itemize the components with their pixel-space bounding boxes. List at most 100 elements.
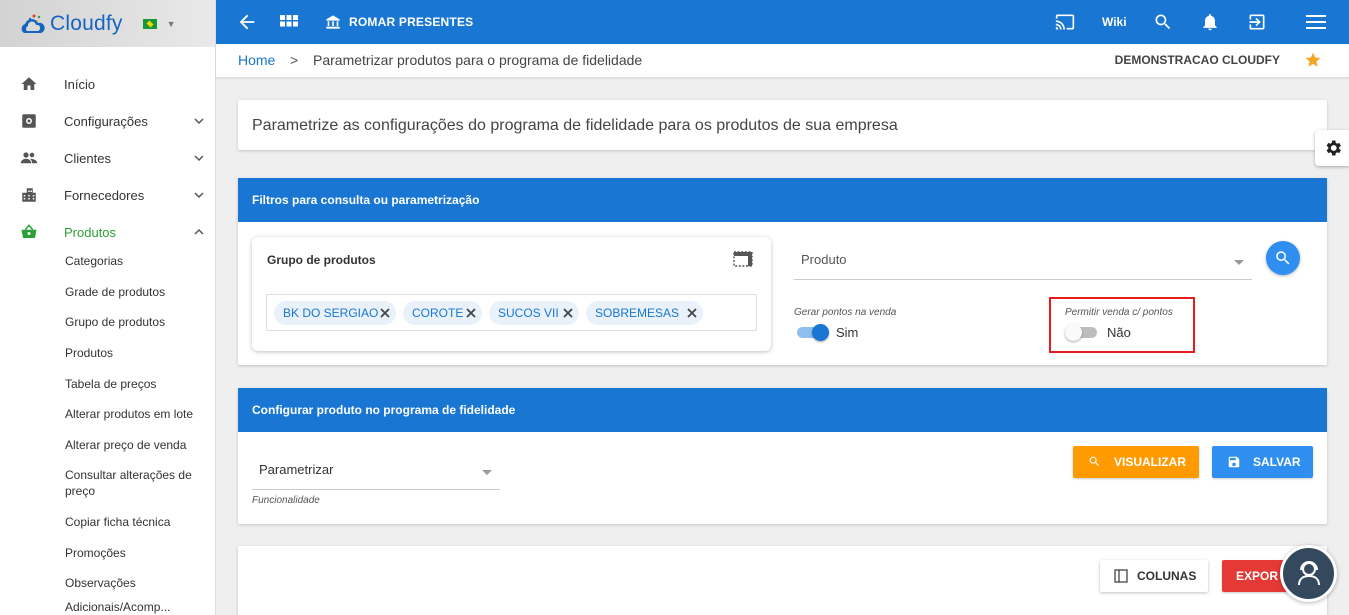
settings-box-icon: [22, 114, 36, 128]
close-icon[interactable]: [466, 308, 476, 318]
submenu-item-consultar-alteracoes[interactable]: Consultar alterações de preço: [0, 467, 215, 514]
funcionalidade-select[interactable]: Parametrizar: [252, 454, 500, 490]
cloudfy-logo[interactable]: Cloudfy: [18, 12, 123, 36]
sidebar: Cloudfy ▼ Início Configurações Clientes …: [0, 0, 216, 615]
logout-button[interactable]: [1247, 0, 1267, 44]
top-bar: ROMAR PRESENTES Wiki: [216, 0, 1349, 44]
chip-label: BK DO SERGIAO: [283, 306, 379, 320]
columns-icon: [1114, 569, 1128, 583]
chevron-down-icon: [194, 118, 204, 125]
submenu-item-grade-produtos[interactable]: Grade de produtos: [0, 284, 215, 314]
gerar-pontos-value: Sim: [836, 325, 859, 340]
gerar-pontos-toggle[interactable]: [795, 324, 829, 341]
submenu-item-promocoes[interactable]: Promoções: [0, 545, 215, 575]
dropdown-arrow-icon: [482, 470, 492, 475]
breadcrumb-home-link[interactable]: Home: [238, 52, 275, 68]
home-icon: [21, 77, 37, 90]
menu-button[interactable]: [1306, 0, 1326, 44]
tenant-name: DEMONSTRACAO CLOUDFY: [1114, 53, 1280, 67]
search-filter-button[interactable]: [1266, 241, 1300, 275]
salvar-label: SALVAR: [1253, 455, 1301, 469]
search-button[interactable]: [1153, 0, 1173, 44]
sidebar-menu: Início Configurações Clientes Fornecedor…: [0, 47, 215, 615]
permitir-venda-toggle[interactable]: [1065, 324, 1099, 341]
funcionalidade-value: Parametrizar: [259, 462, 334, 477]
submenu-item-copiar-ficha[interactable]: Copiar ficha técnica: [0, 514, 215, 545]
results-panel: COLUNAS EXPOR: [238, 546, 1327, 615]
gear-icon: [1326, 140, 1341, 156]
basket-icon: [21, 224, 37, 238]
close-icon[interactable]: [687, 308, 697, 318]
arrow-left-icon: [239, 14, 255, 30]
sidebar-item-inicio[interactable]: Início: [0, 66, 215, 103]
notifications-button[interactable]: [1200, 0, 1220, 44]
bank-icon: [326, 15, 340, 29]
sidebar-item-label: Fornecedores: [64, 188, 145, 203]
filters-panel-title: Filtros para consulta ou parametrização: [238, 178, 1327, 222]
settings-panel-toggle[interactable]: [1315, 130, 1349, 166]
permitir-venda-value: Não: [1107, 325, 1131, 340]
submenu-item-tabela-precos[interactable]: Tabela de preços: [0, 376, 215, 406]
submenu-item-alterar-lote[interactable]: Alterar produtos em lote: [0, 406, 215, 437]
support-agent-icon: [1298, 561, 1320, 586]
hamburger-icon: [1306, 15, 1326, 29]
logout-icon: [1249, 14, 1265, 30]
select-all-icon[interactable]: [733, 251, 753, 267]
close-icon[interactable]: [563, 308, 573, 318]
submenu-item-observacoes[interactable]: Observações: [0, 575, 215, 599]
cloud-logo-icon: [21, 14, 45, 33]
building-icon: [22, 188, 36, 202]
submenu-item-produtos[interactable]: Produtos: [0, 345, 215, 376]
sidebar-item-produtos[interactable]: Produtos: [0, 214, 215, 251]
breadcrumb-separator: >: [290, 52, 299, 68]
bell-icon: [1203, 14, 1217, 31]
produto-select-label: Produto: [801, 252, 847, 267]
salvar-button[interactable]: SALVAR: [1212, 446, 1313, 478]
breadcrumb: Home > Parametrizar produtos para o prog…: [216, 44, 1349, 78]
people-icon: [20, 152, 38, 164]
company-selector[interactable]: ROMAR PRESENTES: [325, 0, 473, 44]
product-group-chips[interactable]: BK DO SERGIAO COROTE SUCOS VII SOBREMESA…: [266, 294, 757, 331]
page-description: Parametrize as configurações do programa…: [252, 117, 898, 134]
wiki-link[interactable]: Wiki: [1102, 0, 1127, 44]
submenu-item-categorias[interactable]: Categorias: [0, 253, 215, 284]
chevron-down-icon[interactable]: ▼: [167, 19, 176, 29]
colunas-button[interactable]: COLUNAS: [1100, 560, 1208, 592]
chip-corote[interactable]: COROTE: [403, 301, 482, 325]
colunas-label: COLUNAS: [1137, 569, 1197, 583]
support-chat-button[interactable]: [1280, 545, 1337, 602]
cast-icon: [1055, 14, 1075, 30]
product-group-box: Grupo de produtos BK DO SERGIAO COROTE S…: [252, 237, 771, 351]
sidebar-item-configuracoes[interactable]: Configurações: [0, 103, 215, 140]
chip-label: COROTE: [412, 306, 464, 320]
product-group-title: Grupo de produtos: [267, 253, 376, 267]
chevron-up-icon: [194, 228, 204, 235]
submenu-item-adicionais[interactable]: Adicionais/Acomp...: [0, 599, 215, 615]
back-button[interactable]: [236, 0, 258, 44]
cast-button[interactable]: [1054, 0, 1076, 44]
toggle-knob: [1065, 324, 1082, 341]
intro-card: Parametrize as configurações do programa…: [238, 100, 1327, 150]
apps-grid-button[interactable]: [280, 0, 298, 44]
chip-sobremesas[interactable]: SOBREMESAS: [586, 301, 703, 325]
brand-bar: Cloudfy ▼: [0, 0, 215, 47]
brand-name: Cloudfy: [50, 11, 123, 35]
sidebar-item-fornecedores[interactable]: Fornecedores: [0, 177, 215, 214]
sidebar-item-label: Configurações: [64, 114, 148, 129]
submenu-item-grupo-produtos[interactable]: Grupo de produtos: [0, 314, 215, 345]
sidebar-item-clientes[interactable]: Clientes: [0, 140, 215, 177]
config-panel: Configurar produto no programa de fideli…: [238, 388, 1327, 524]
sidebar-item-label: Início: [64, 77, 96, 92]
submenu-item-alterar-preco[interactable]: Alterar preço de venda: [0, 437, 215, 467]
chip-bk-do-sergiao[interactable]: BK DO SERGIAO: [274, 301, 396, 325]
brazil-flag-icon[interactable]: [142, 18, 157, 29]
permitir-venda-label: Permitir venda c/ pontos: [1065, 307, 1173, 318]
chevron-down-icon: [194, 192, 204, 199]
visualizar-label: VISUALIZAR: [1114, 455, 1186, 469]
close-icon[interactable]: [380, 308, 390, 318]
produto-select[interactable]: Produto: [794, 244, 1252, 280]
chip-sucos-vii[interactable]: SUCOS VII: [489, 301, 579, 325]
visualizar-button[interactable]: VISUALIZAR: [1073, 446, 1199, 478]
gerar-pontos-label: Gerar pontos na venda: [794, 307, 897, 318]
star-icon[interactable]: [1304, 51, 1322, 69]
